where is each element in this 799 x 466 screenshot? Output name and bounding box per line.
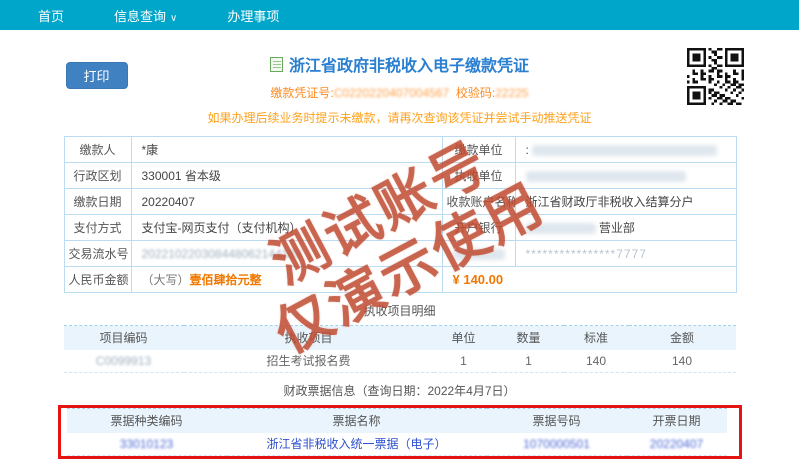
highlight-box: 票据种类编码 票据名称 票据号码 开票日期 33010123 浙江省非税收入统一…: [58, 405, 742, 459]
nav-item-services[interactable]: 办理事项: [227, 6, 279, 25]
redacted-collect-unit: [526, 171, 686, 182]
bill-table: 票据种类编码 票据名称 票据号码 开票日期 33010123 浙江省非税收入统一…: [67, 408, 727, 456]
redacted-bank: [526, 223, 596, 234]
value-pay-method: 支付宝-网页支付（支付机构）: [131, 215, 442, 241]
label-pay-date: 缴款日期: [64, 189, 131, 215]
check-code-value: 22225: [495, 86, 528, 100]
bill-col-number: 票据号码: [487, 409, 627, 433]
nav-item-info-query-label: 信息查询: [114, 9, 166, 24]
info-row-date: 缴款日期 20220407 收款账户名称 浙江省财政厅非税收入结算分户: [64, 189, 736, 215]
bill-section-title: 财政票据信息（查询日期：2022年4月7日）: [64, 382, 736, 399]
info-row-payer: 缴款人 *康 缴款单位 :: [64, 137, 736, 163]
bill-col-type-code: 票据种类编码: [67, 409, 227, 433]
voucher-number-line: 缴款凭证号:C0220220407004567 校验码:22225: [64, 84, 736, 101]
account-masked: ****************: [526, 247, 617, 261]
label-receive-account-name: 收款账户名称: [442, 189, 515, 215]
bill-type-code[interactable]: 33010123: [67, 433, 227, 456]
detail-code-text: C0099913: [96, 354, 151, 368]
detail-unit: 1: [434, 350, 494, 373]
bill-col-date: 开票日期: [627, 409, 727, 433]
amount-words: 壹佰肆拾元整: [190, 273, 262, 287]
info-row-serial: 交易流水号 202210220308448062144183 *********…: [64, 241, 736, 267]
bill-name[interactable]: 浙江省非税收入统一票据（电子）: [227, 433, 487, 456]
detail-table: 项目编码 执收项目 单位 数量 标准 金额 C0099913 招生考试报名费 1…: [64, 325, 736, 373]
value-pay-unit: :: [515, 137, 736, 163]
label-pay-unit: 缴款单位: [442, 137, 515, 163]
detail-col-unit: 单位: [434, 326, 494, 350]
value-amount-number: ¥ 140.00: [442, 267, 736, 293]
bill-date[interactable]: 20220407: [627, 433, 727, 456]
content: 打印 浙江省政府非税收入电子缴款凭证 缴款凭证号:C02202204070045…: [64, 48, 736, 466]
value-receive-account-name: 浙江省财政厅非税收入结算分户: [515, 189, 736, 215]
value-amount-words: （大写）壹佰肆拾元整: [131, 267, 442, 293]
value-serial-no: 202210220308448062144183: [131, 241, 442, 267]
header-band: 打印 浙江省政府非税收入电子缴款凭证 缴款凭证号:C02202204070045…: [64, 48, 736, 130]
redacted-account-label: [453, 249, 505, 260]
label-receive-account-no: [442, 241, 515, 267]
label-collect-unit: 执收单位: [442, 163, 515, 189]
label-payer: 缴款人: [64, 137, 131, 163]
bill-data-row: 33010123 浙江省非税收入统一票据（电子） 1070000501 2022…: [67, 433, 727, 456]
value-receive-account-no: ****************7777: [515, 241, 736, 267]
value-bank: 营业部: [515, 215, 736, 241]
detail-col-qty: 数量: [494, 326, 564, 350]
payment-info-table: 缴款人 *康 缴款单位 : 行政区划 330001 省本级 执收单位 缴款日期 …: [64, 136, 737, 293]
label-bank: 开户银行: [442, 215, 515, 241]
detail-col-amount: 金额: [629, 326, 736, 350]
bill-date-link[interactable]: 20220407: [650, 437, 703, 451]
label-serial-no: 交易流水号: [64, 241, 131, 267]
info-row-amount: 人民币金额 （大写）壹佰肆拾元整 ¥ 140.00: [64, 267, 736, 293]
detail-col-code: 项目编码: [64, 326, 184, 350]
bill-name-link[interactable]: 浙江省非税收入统一票据（电子）: [266, 437, 446, 451]
detail-col-item: 执收项目: [184, 326, 434, 350]
bill-header-row: 票据种类编码 票据名称 票据号码 开票日期: [67, 409, 727, 433]
voucher-number-label: 缴款凭证号:: [270, 86, 333, 100]
label-region: 行政区划: [64, 163, 131, 189]
detail-std: 140: [564, 350, 629, 373]
nav-item-info-query[interactable]: 信息查询 ∨: [114, 6, 177, 25]
top-nav: 首页 信息查询 ∨ 办理事项: [0, 0, 799, 30]
detail-amount: 140: [629, 350, 736, 373]
qr-code-svg: [687, 48, 744, 105]
check-code-label: 校验码:: [456, 86, 495, 100]
label-amount: 人民币金额: [64, 267, 131, 293]
value-pay-date: 20220407: [131, 189, 442, 215]
chevron-down-icon: ∨: [170, 13, 177, 24]
account-tail: 7777: [616, 247, 647, 261]
value-payer: *康: [131, 137, 442, 163]
value-pay-unit-text: :: [526, 143, 529, 157]
value-serial-no-text: 202210220308448062144183: [142, 247, 302, 261]
page-title: 浙江省政府非税收入电子缴款凭证: [270, 52, 529, 76]
redacted-pay-unit: [532, 145, 717, 156]
detail-item: 招生考试报名费: [184, 350, 434, 373]
value-collect-unit: [515, 163, 736, 189]
qr-code: [687, 48, 744, 105]
bill-number[interactable]: 1070000501: [487, 433, 627, 456]
bill-col-name: 票据名称: [227, 409, 487, 433]
voucher-number-value: C0220220407004567: [334, 86, 449, 100]
info-row-pay-method: 支付方式 支付宝-网页支付（支付机构） 开户银行 营业部: [64, 215, 736, 241]
document-icon: [270, 57, 283, 72]
bill-number-link[interactable]: 1070000501: [523, 437, 590, 451]
detail-header-row: 项目编码 执收项目 单位 数量 标准 金额: [64, 326, 736, 350]
amount-words-prefix: （大写）: [142, 273, 190, 287]
detail-qty: 1: [494, 350, 564, 373]
print-button[interactable]: 打印: [66, 62, 128, 89]
detail-col-std: 标准: [564, 326, 629, 350]
bill-type-code-link[interactable]: 33010123: [120, 437, 173, 451]
page: 首页 信息查询∨ 办理事项 打印 浙江省政府非税收入电子缴款凭证 缴款凭证号:C…: [0, 0, 799, 466]
value-region: 330001 省本级: [131, 163, 442, 189]
detail-code: C0099913: [64, 350, 184, 373]
value-bank-tail: 营业部: [599, 221, 635, 235]
page-title-text: 浙江省政府非税收入电子缴款凭证: [289, 52, 529, 76]
warning-text: 如果办理后续业务时提示未缴款，请再次查询该凭证并尝试手动推送凭证: [64, 109, 736, 126]
label-pay-method: 支付方式: [64, 215, 131, 241]
info-row-region: 行政区划 330001 省本级 执收单位: [64, 163, 736, 189]
detail-data-row: C0099913 招生考试报名费 1 1 140 140: [64, 350, 736, 373]
nav-item-home[interactable]: 首页: [38, 6, 64, 25]
detail-section-title: 执收项目明细: [64, 302, 736, 319]
